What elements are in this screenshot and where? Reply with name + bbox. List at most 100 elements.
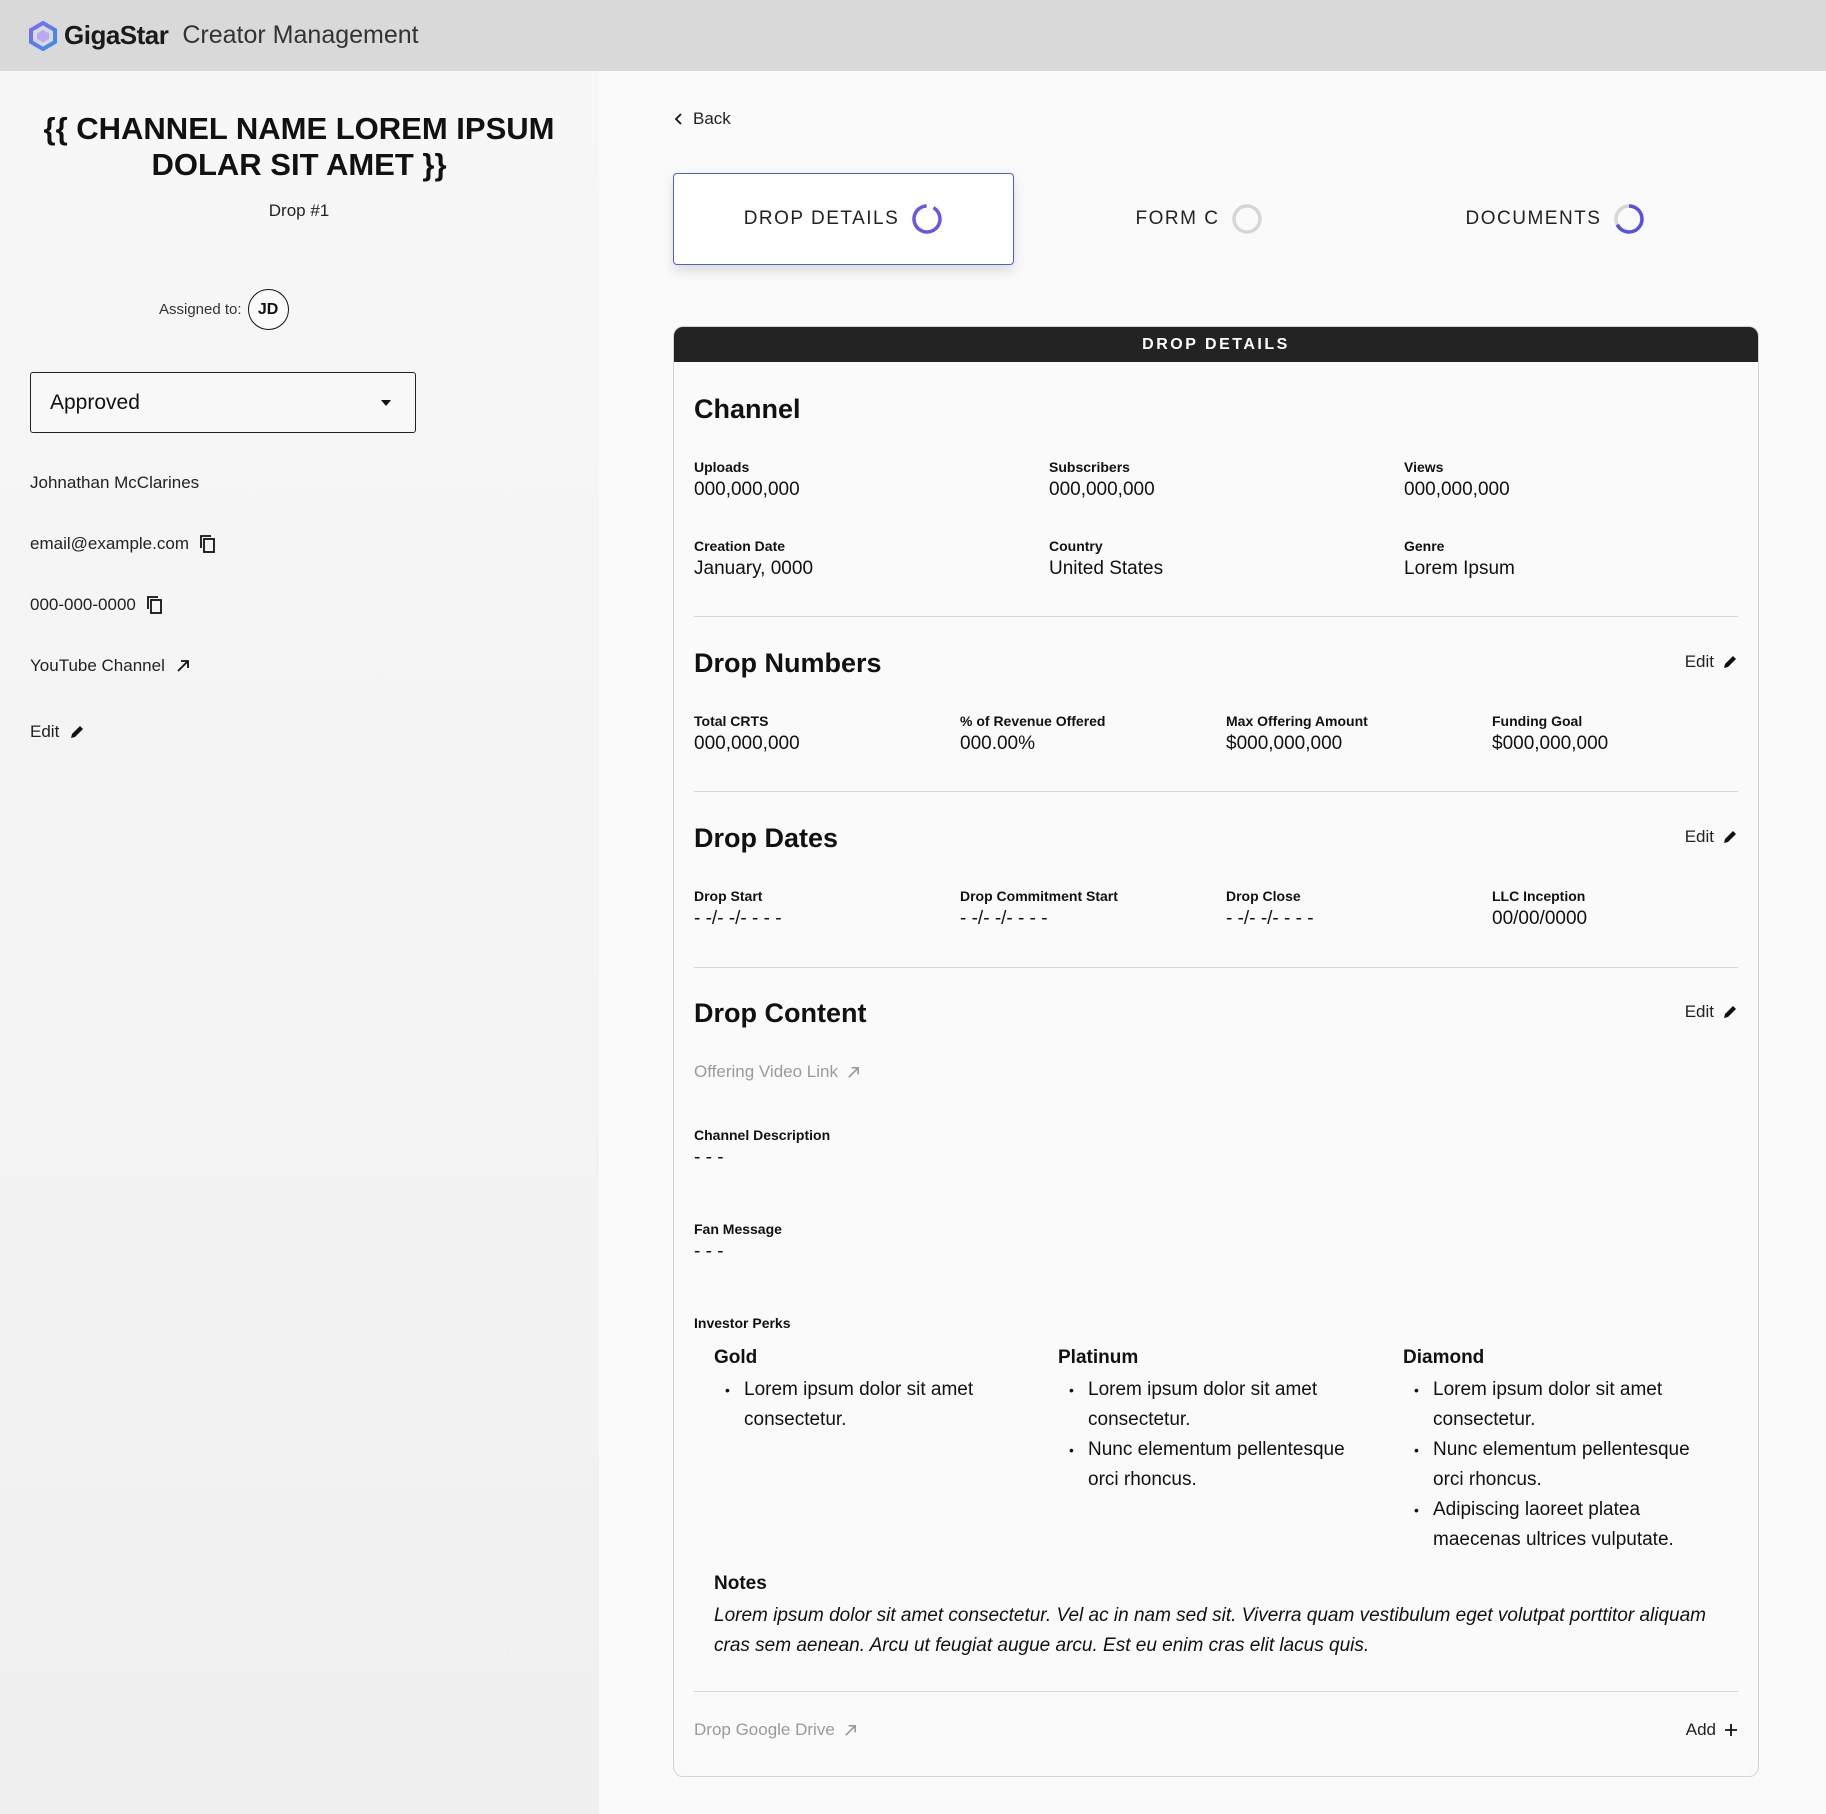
drop-start-field: Drop Start - -/- -/- - - - (694, 888, 782, 930)
top-bar: GigaStar Creator Management (0, 0, 1826, 71)
channel-description-field: Channel Description - - - (694, 1127, 830, 1169)
tab-drop-details[interactable]: DROP DETAILS (673, 173, 1014, 265)
fan-message-label: Fan Message (694, 1221, 782, 1237)
external-arrow-icon (848, 1066, 859, 1078)
genre-value: Lorem Ipsum (1404, 558, 1515, 579)
list-item: Adipiscing laoreet platea maecenas ultri… (1403, 1495, 1723, 1555)
perk-tier-name: Diamond (1403, 1347, 1485, 1368)
phone-row: 000-000-0000 (30, 595, 164, 615)
assigned-label: Assigned to: (159, 301, 242, 318)
list-item: Nunc elementum pellentesque orci rhoncus… (1403, 1435, 1723, 1495)
drive-link-text: Drop Google Drive (694, 1720, 835, 1739)
uploads-label: Uploads (694, 459, 750, 475)
perk-tier-name: Gold (714, 1347, 758, 1368)
drop-close-value: - -/- -/- - - - (1226, 908, 1314, 929)
channel-description-label: Channel Description (694, 1127, 831, 1143)
channel-section-title: Channel (694, 394, 801, 424)
country-field: Country United States (1049, 538, 1163, 580)
status-dropdown[interactable]: Approved (30, 372, 416, 433)
total-crts-value: 000,000,000 (694, 733, 800, 754)
max-offering-field: Max Offering Amount $000,000,000 (1226, 713, 1368, 755)
creation-label: Creation Date (694, 538, 786, 554)
youtube-link-text: YouTube Channel (30, 656, 165, 675)
drop-dates-title: Drop Dates (694, 823, 839, 853)
drop-content-edit-button[interactable]: Edit (1685, 1002, 1738, 1022)
drop-number: Drop #1 (268, 201, 330, 220)
commitment-start-value: - -/- -/- - - - (960, 908, 1048, 929)
uploads-value: 000,000,000 (694, 479, 800, 500)
tab-documents[interactable]: DOCUMENTS (1385, 173, 1726, 265)
progress-ring-icon (911, 203, 943, 235)
investor-perks-label-wrap: Investor Perks (694, 1315, 791, 1335)
revenue-offered-field: % of Revenue Offered 000.00% (960, 713, 1105, 755)
views-field: Views 000,000,000 (1404, 459, 1510, 501)
app-name: Creator Management (182, 21, 419, 49)
revenue-offered-label: % of Revenue Offered (960, 713, 1106, 729)
tab-label: DOCUMENTS (1465, 208, 1602, 229)
llc-inception-field: LLC Inception 00/00/0000 (1492, 888, 1587, 930)
card-header: DROP DETAILS (674, 327, 1758, 362)
country-label: Country (1049, 538, 1103, 554)
list-item: Lorem ipsum dolor sit amet consectetur. (714, 1375, 1034, 1435)
phone-text: 000-000-0000 (30, 595, 136, 614)
list-item: Lorem ipsum dolor sit amet consectetur. (1403, 1375, 1723, 1435)
funding-goal-value: $000,000,000 (1492, 733, 1609, 754)
creation-value: January, 0000 (694, 558, 814, 579)
avatar[interactable]: JD (247, 289, 289, 330)
channel-title: {{ CHANNEL NAME LOREM IPSUM DOLAR SIT AM… (43, 111, 555, 182)
drop-start-label: Drop Start (694, 888, 763, 904)
offering-video-link[interactable]: Offering Video Link (694, 1062, 861, 1082)
subscribers-value: 000,000,000 (1049, 479, 1155, 500)
fan-message-value: - - - (694, 1241, 724, 1262)
progress-ring-icon (1613, 203, 1645, 235)
external-arrow-icon (175, 658, 191, 674)
edit-label: Edit (1684, 652, 1714, 671)
list-item: Nunc elementum pellentesque orci rhoncus… (1058, 1435, 1378, 1495)
email-row: email@example.com (30, 534, 217, 554)
drop-google-drive-link[interactable]: Drop Google Drive (694, 1720, 858, 1740)
llc-inception-value: 00/00/0000 (1492, 908, 1588, 929)
chevron-left-icon (675, 113, 682, 125)
youtube-channel-link[interactable]: YouTube Channel (30, 656, 191, 676)
drop-numbers-title: Drop Numbers (694, 648, 882, 678)
divider (694, 967, 1738, 968)
caret-down-icon (381, 399, 391, 406)
brand-name: GigaStar (64, 20, 169, 50)
pencil-icon (1724, 831, 1736, 843)
drop-dates-edit-button[interactable]: Edit (1685, 827, 1738, 847)
pencil-icon (69, 724, 85, 740)
tab-label: DROP DETAILS (743, 208, 900, 229)
copy-icon[interactable] (146, 595, 164, 615)
views-value: 000,000,000 (1404, 479, 1510, 500)
llc-inception-label: LLC Inception (1492, 888, 1586, 904)
back-button[interactable]: Back (675, 109, 731, 129)
drop-details-card: DROP DETAILS Channel Uploads 000,000,000… (673, 326, 1759, 1777)
email-text: email@example.com (30, 534, 189, 553)
edit-label: Edit (30, 722, 60, 741)
tab-form-c[interactable]: FORM C (1029, 173, 1370, 265)
subscribers-field: Subscribers 000,000,000 (1049, 459, 1155, 501)
add-button[interactable]: Add (1686, 1720, 1738, 1740)
max-offering-value: $000,000,000 (1226, 733, 1343, 754)
divider (694, 791, 1738, 792)
add-label: Add (1685, 1720, 1716, 1739)
copy-icon[interactable] (199, 534, 217, 554)
drop-close-label: Drop Close (1226, 888, 1301, 904)
investor-perks-label: Investor Perks (694, 1315, 791, 1331)
progress-ring-icon (1231, 203, 1263, 235)
creator-name-text: Johnathan McClarines (30, 473, 200, 492)
main-panel: Back DROP DETAILS FORM C DOCUMENTS DROP … (599, 71, 1826, 1814)
edit-label: Edit (1684, 827, 1714, 846)
drop-numbers-edit-button[interactable]: Edit (1685, 652, 1738, 672)
sidebar-edit-button[interactable]: Edit (30, 722, 85, 742)
external-arrow-icon (844, 1724, 856, 1736)
creation-date-field: Creation Date January, 0000 (694, 538, 813, 580)
channel-description-value: - - - (694, 1147, 724, 1168)
funding-goal-field: Funding Goal $000,000,000 (1492, 713, 1608, 755)
status-value: Approved (50, 390, 140, 414)
back-label: Back (693, 109, 731, 128)
video-link-text: Offering Video Link (694, 1062, 838, 1081)
creator-name: Johnathan McClarines (30, 473, 199, 493)
notes-body: Lorem ipsum dolor sit amet consectetur. … (714, 1605, 1706, 1656)
sidebar: {{ CHANNEL NAME LOREM IPSUM DOLAR SIT AM… (0, 71, 599, 1814)
